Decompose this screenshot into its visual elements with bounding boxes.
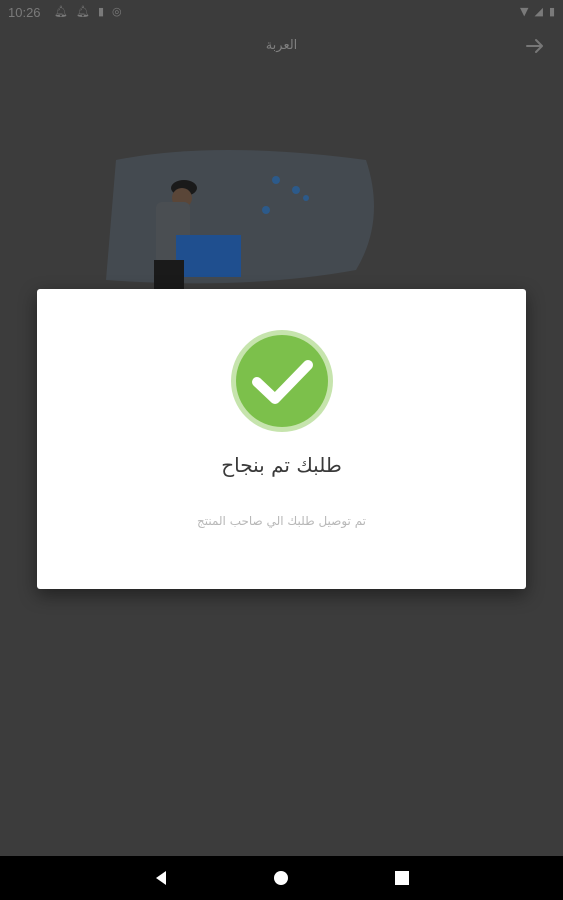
nav-home-icon[interactable] [271,868,291,888]
notification-bell-icon: 🔔︎ [54,5,68,18]
navigation-bar [0,856,563,900]
dialog-title: طلبك تم بنجاح [221,453,342,477]
wifi-icon: ▼ [520,5,529,18]
nav-back-icon[interactable] [151,868,171,888]
success-dialog: طلبك تم بنجاح تم توصيل طلبك الي صاحب الم… [37,289,526,589]
battery-icon: ▮ [548,5,555,18]
delivery-illustration [106,150,374,290]
signal-icon: ◢ [534,5,543,18]
notification-bell-icon: 🔔︎ [75,5,90,18]
success-check-icon [231,330,333,432]
sd-card-icon: ▮ [97,5,104,18]
back-arrow-icon[interactable] [523,34,547,58]
status-bar: 10:26 🔔︎ 🔔︎ ▮ ◎ ▼ ◢ ▮ [0,0,563,26]
status-notification-icons: 🔔︎ 🔔︎ ▮ ◎ [54,5,122,18]
app-bar: العربة [0,26,563,70]
status-time: 10:26 [8,5,41,20]
page-title: العربة [265,38,298,53]
nav-recents-icon[interactable] [392,868,412,888]
at-icon: ◎ [112,5,122,18]
dialog-subtitle: تم توصيل طلبك الي صاحب المنتج [196,514,367,528]
status-system-icons: ▼ ◢ ▮ [520,5,555,18]
